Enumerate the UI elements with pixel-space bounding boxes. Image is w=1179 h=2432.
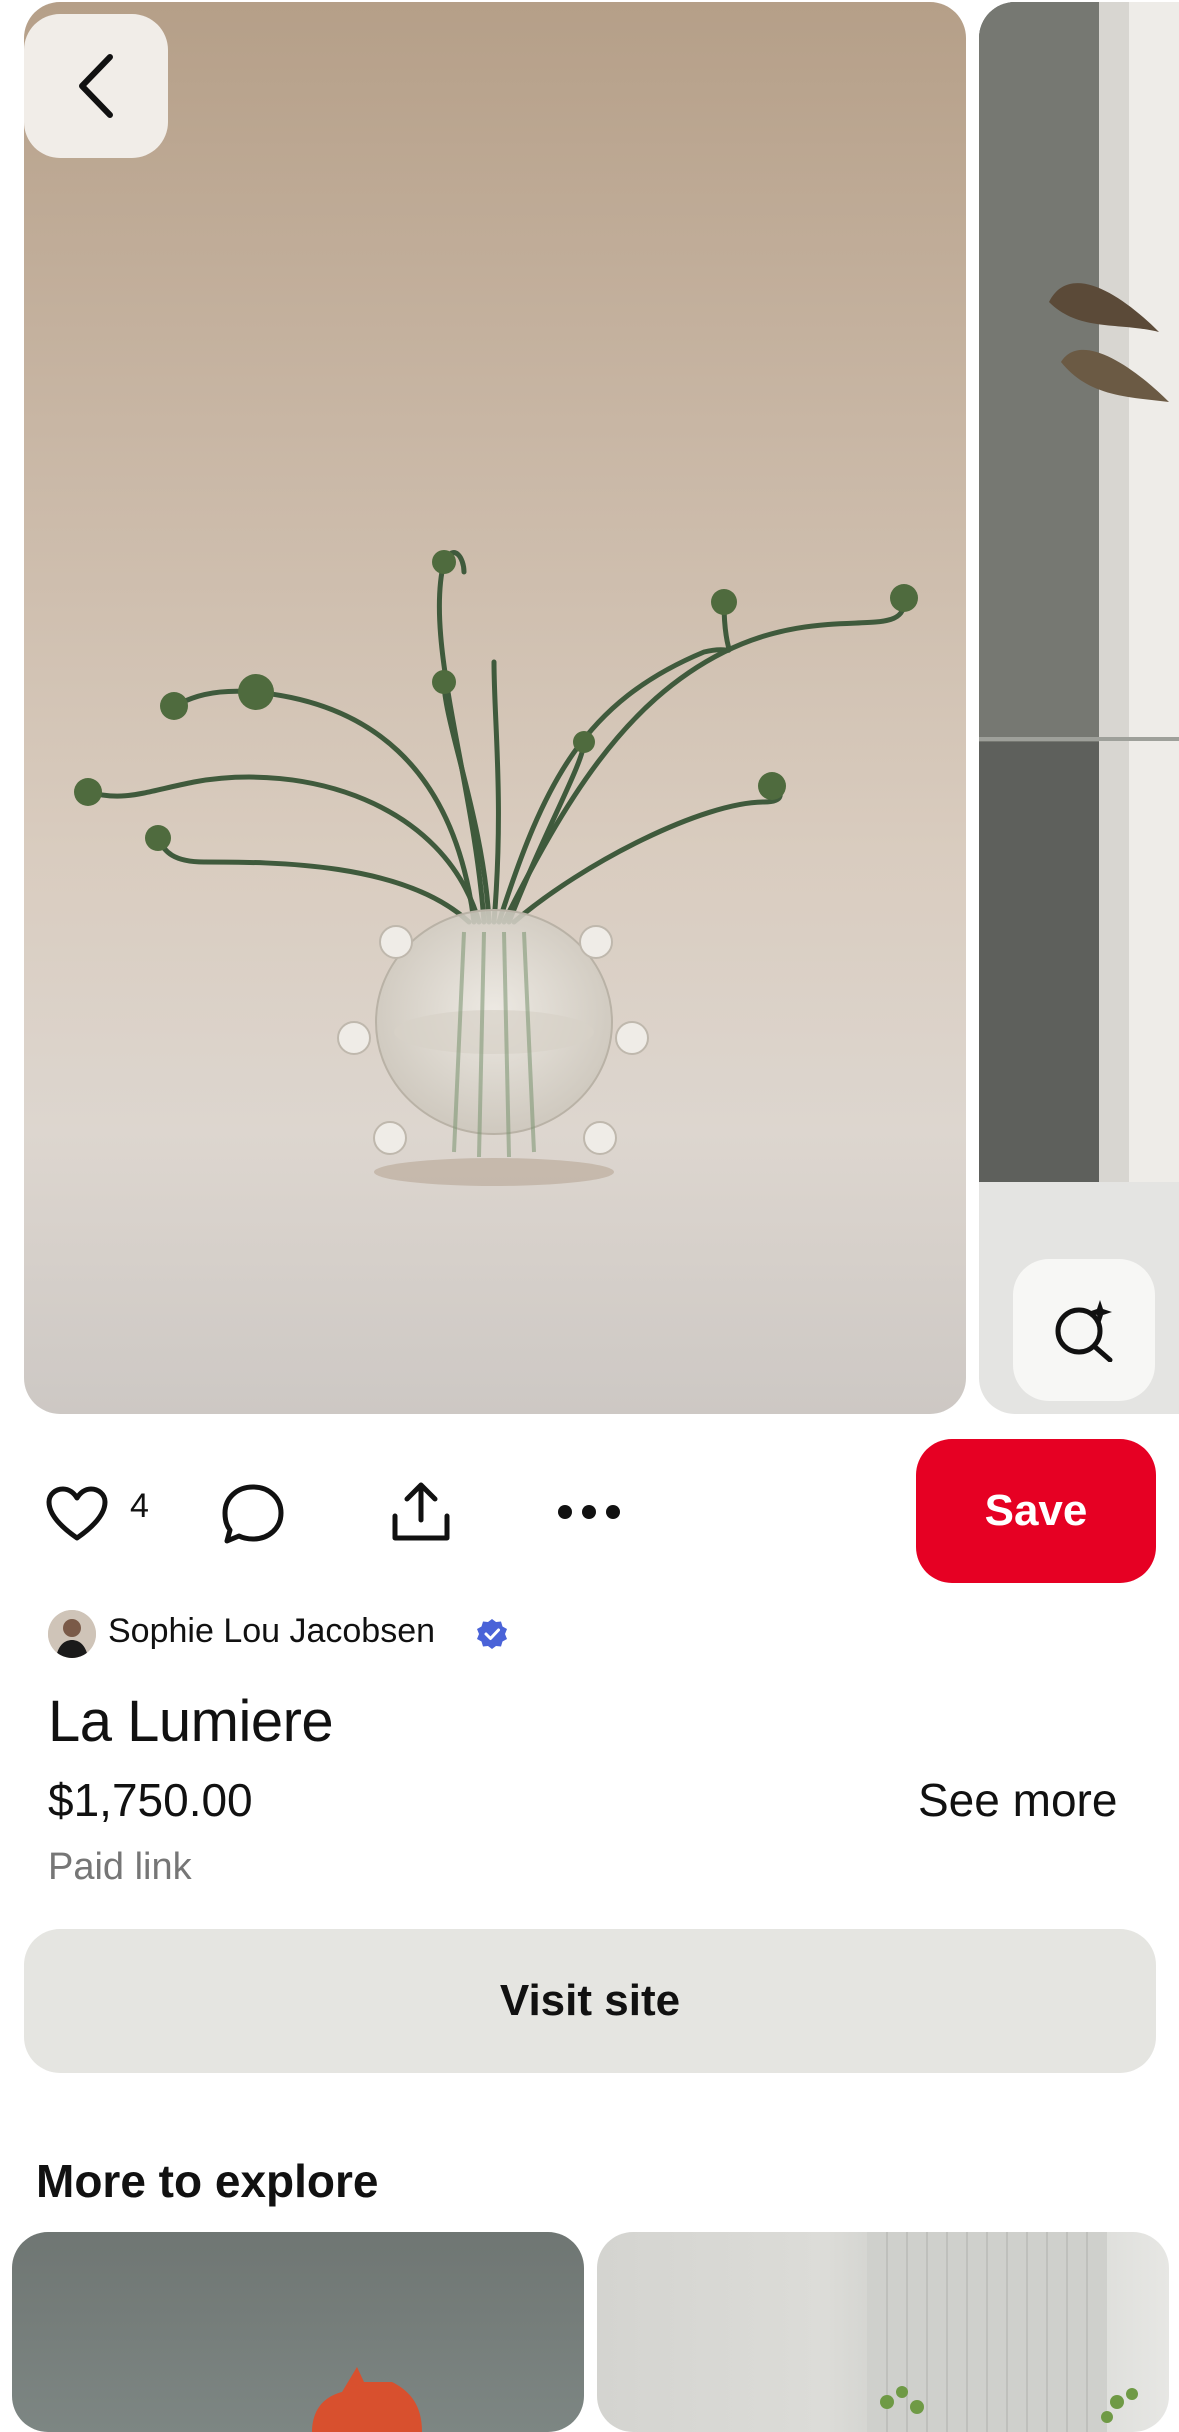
explore-pin-1-image: [312, 2367, 422, 2432]
pin-title: La Lumiere: [48, 1689, 334, 1754]
explore-pin-1[interactable]: [12, 2232, 584, 2432]
more-to-explore-heading: More to explore: [36, 2155, 379, 2207]
like-button[interactable]: [44, 1484, 110, 1544]
pin-price: $1,750.00: [48, 1774, 253, 1826]
comment-icon: [222, 1484, 284, 1544]
verified-badge: [476, 1618, 508, 1650]
more-icon: [558, 1505, 620, 1519]
share-button[interactable]: [388, 1478, 454, 1546]
back-button[interactable]: [24, 14, 168, 158]
heart-icon: [46, 1486, 108, 1541]
save-button[interactable]: Save: [916, 1439, 1156, 1583]
visual-search-icon: [1055, 1300, 1113, 1362]
see-more-link[interactable]: See more: [918, 1773, 1117, 1827]
paid-link-label: Paid link: [48, 1846, 192, 1888]
pin-image[interactable]: [24, 2, 966, 1414]
like-count: 4: [130, 1487, 149, 1525]
next-pin-image[interactable]: [979, 2, 1179, 1414]
chevron-left-icon: [79, 54, 113, 118]
explore-pin-2-image: [867, 2232, 1138, 2432]
creator-avatar[interactable]: [48, 1610, 96, 1658]
visit-site-button[interactable]: Visit site: [24, 1929, 1156, 2073]
creator-name[interactable]: Sophie Lou Jacobsen: [108, 1612, 435, 1651]
more-options-button[interactable]: [554, 1500, 624, 1524]
comment-button[interactable]: [220, 1482, 286, 1548]
visual-search-button[interactable]: [1013, 1259, 1155, 1401]
verified-badge-icon: [477, 1619, 507, 1649]
explore-pin-2[interactable]: [597, 2232, 1169, 2432]
share-icon: [392, 1482, 450, 1541]
avatar-image: [48, 1610, 96, 1658]
calla-lily-illustration: [979, 2, 1179, 1182]
vase-with-flowers-illustration: [74, 550, 918, 1186]
